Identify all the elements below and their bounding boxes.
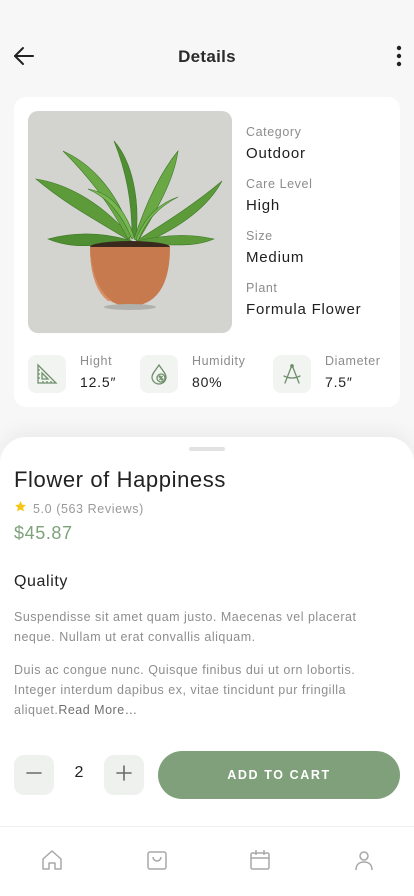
spec-value-care-level: High <box>246 197 281 214</box>
spec-value-plant: Formula Flower <box>246 301 362 318</box>
product-name: Flower of Happiness <box>14 467 226 492</box>
metric-humidity: Humidity 80% <box>140 352 270 396</box>
add-to-cart-button[interactable]: ADD TO CART <box>158 751 400 799</box>
metric-value-height: 12.5″ <box>80 374 117 390</box>
metric-value-humidity: 80% <box>192 374 223 390</box>
product-rating: 5.0 (563 Reviews) <box>14 501 144 517</box>
nav-item-shop[interactable] <box>144 849 170 875</box>
bottom-navigation <box>0 826 414 896</box>
decrease-quantity-button[interactable] <box>14 755 54 795</box>
product-info-sheet[interactable]: Flower of Happiness 5.0 (563 Reviews) $4… <box>0 437 414 837</box>
arrow-left-icon <box>12 44 36 73</box>
review-count: (563 Reviews) <box>56 502 144 516</box>
metric-diameter: Diameter 7.5″ <box>273 352 393 396</box>
plus-icon <box>115 764 133 787</box>
description-paragraph-2: Duis ac congue nunc. Quisque finibus dui… <box>14 660 398 720</box>
back-button[interactable] <box>10 44 38 72</box>
spec-label-plant: Plant <box>246 281 278 295</box>
ruler-triangle-icon <box>28 355 66 393</box>
quantity-value: 2 <box>74 764 84 781</box>
profile-icon <box>352 848 376 877</box>
compass-icon <box>273 355 311 393</box>
metric-label-diameter: Diameter <box>325 354 381 368</box>
nav-item-home[interactable] <box>39 849 65 875</box>
potted-plant-image <box>28 111 232 333</box>
metric-height: Hight 12.5″ <box>28 352 148 396</box>
top-bar: Details <box>0 0 414 100</box>
product-detail-card: Category Outdoor Care Level High Size Me… <box>14 97 400 407</box>
metric-label-height: Hight <box>80 354 113 368</box>
more-vertical-icon <box>396 45 402 72</box>
product-price: $45.87 <box>14 523 73 543</box>
description-paragraph-1: Suspendisse sit amet quam justo. Maecena… <box>14 610 357 644</box>
plant-specs: Category Outdoor Care Level High Size Me… <box>246 124 396 332</box>
spec-label-size: Size <box>246 229 273 243</box>
spec-value-category: Outdoor <box>246 145 306 162</box>
spec-value-size: Medium <box>246 249 305 266</box>
calendar-icon <box>248 848 272 877</box>
page-title: Details <box>178 47 236 66</box>
metric-label-humidity: Humidity <box>192 354 246 368</box>
home-icon <box>40 848 64 877</box>
increase-quantity-button[interactable] <box>104 755 144 795</box>
read-more-link[interactable]: Read More… <box>58 703 137 717</box>
star-icon <box>14 500 27 518</box>
spec-label-care-level: Care Level <box>246 177 313 191</box>
nav-item-calendar[interactable] <box>247 849 273 875</box>
metric-value-diameter: 7.5″ <box>325 374 353 390</box>
spec-label-category: Category <box>246 125 302 139</box>
nav-item-profile[interactable] <box>351 849 377 875</box>
minus-icon <box>25 764 43 787</box>
bag-icon <box>145 848 169 877</box>
rating-value: 5.0 <box>33 502 53 516</box>
sheet-drag-handle[interactable] <box>189 447 225 451</box>
more-options-button[interactable] <box>392 44 406 72</box>
section-title-quality: Quality <box>14 573 68 590</box>
humidity-drop-icon <box>140 355 178 393</box>
